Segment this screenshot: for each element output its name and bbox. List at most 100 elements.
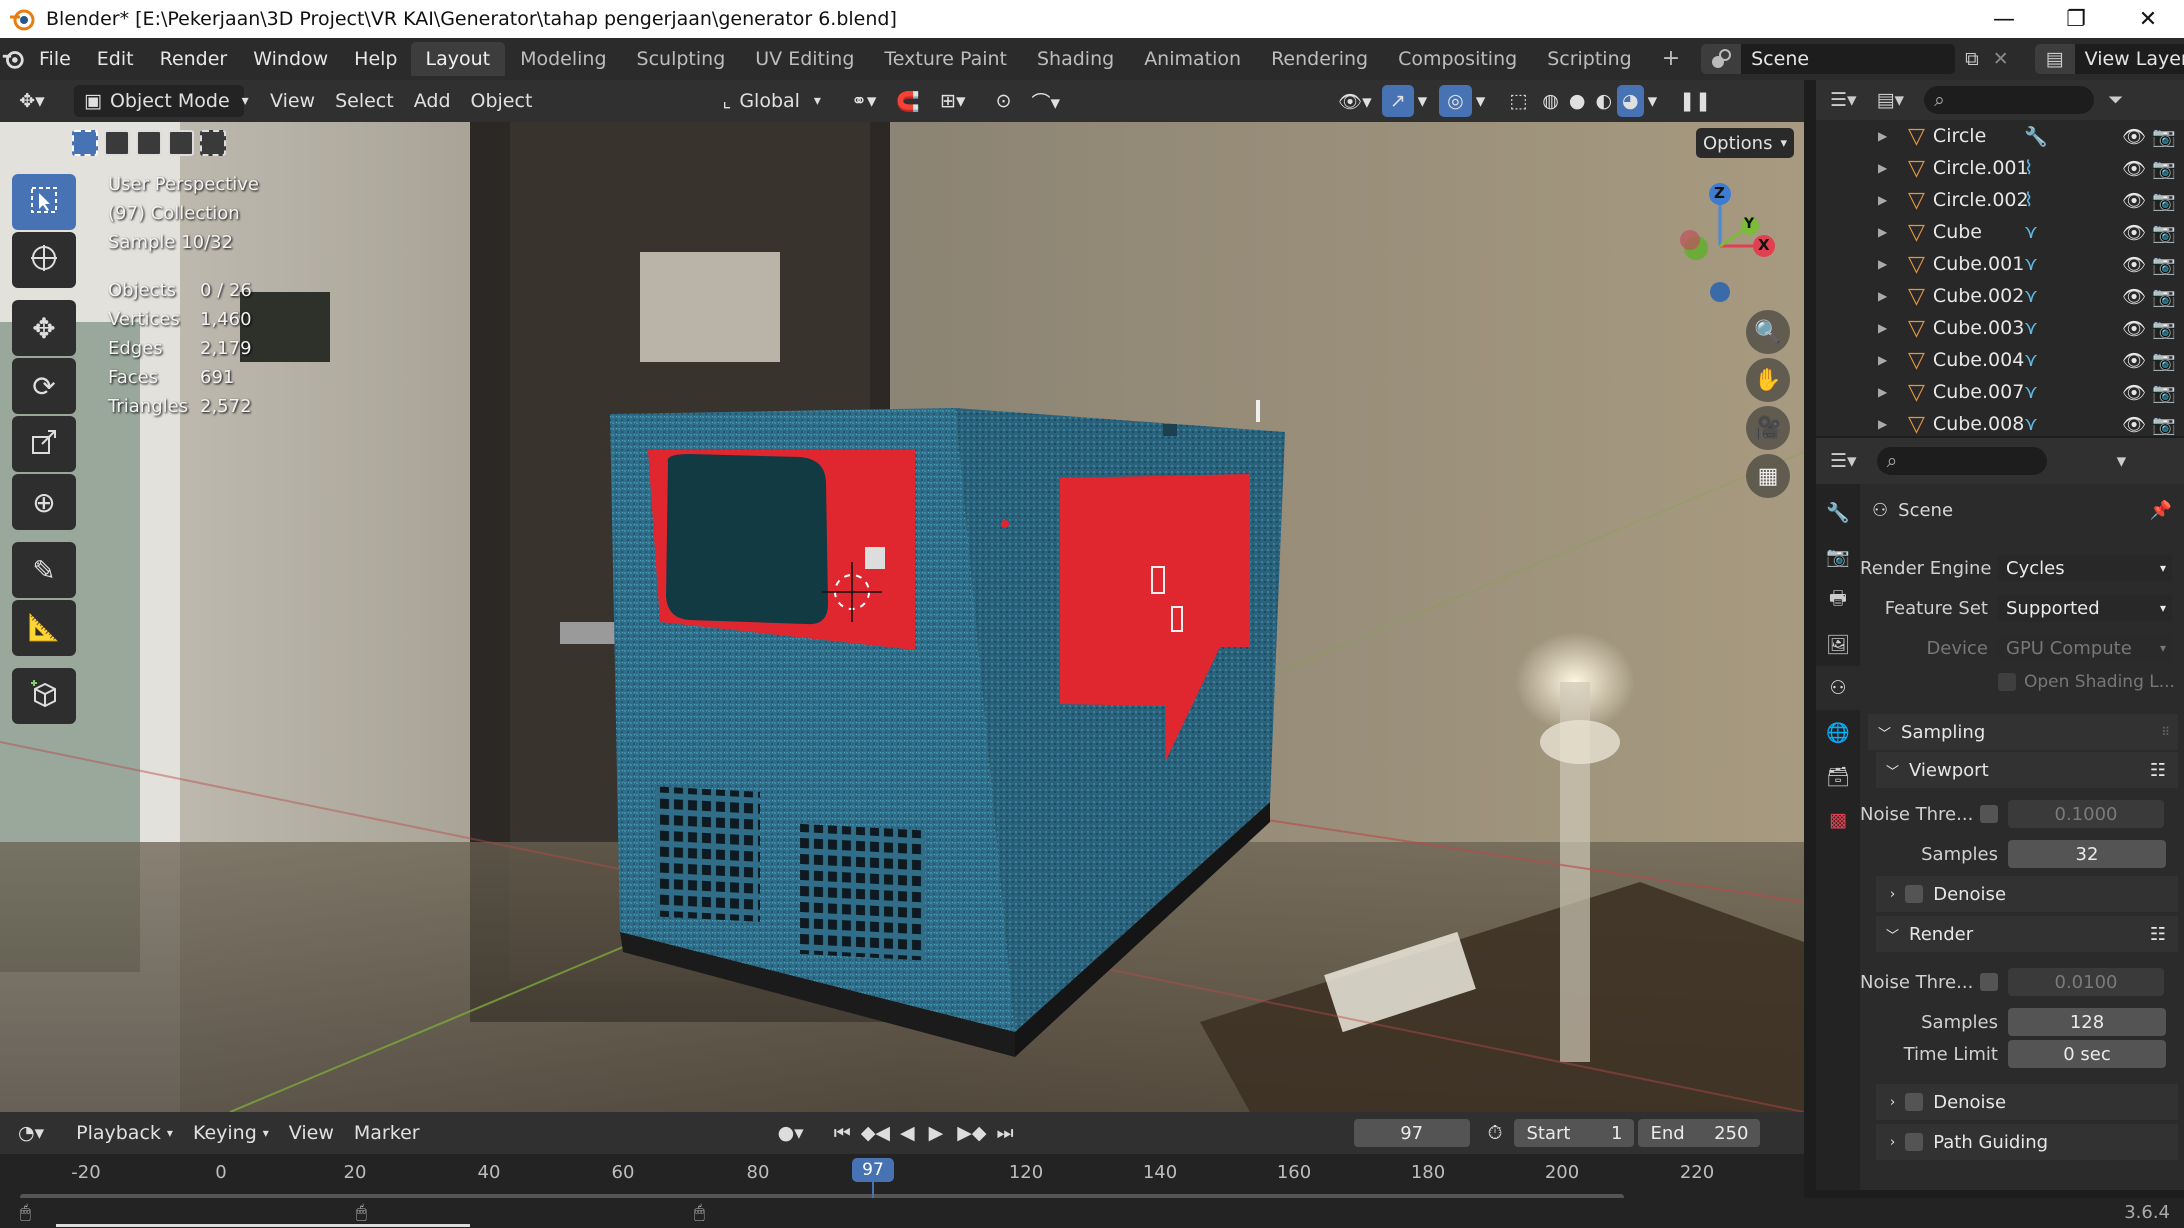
editor-type-icon[interactable]: ☰▾ [1830,450,1857,472]
cursor-tool[interactable] [12,232,76,288]
tab-collection[interactable]: 🗃 [1816,754,1860,798]
gizmo-menu-icon[interactable]: ▾ [1414,85,1432,117]
overlay-toggle-icon[interactable]: ◎ [1439,85,1472,117]
render-engine-dropdown[interactable]: Cycles ▾ [1998,554,2172,582]
render-subpanel-header[interactable]: ﹀ Render ☷ [1876,916,2178,952]
outliner-item-name[interactable]: Circle.002 [1933,189,2029,211]
expand-arrow-icon[interactable]: ▶ [1878,193,1904,207]
outliner-row[interactable]: ▶ ▽ Cube.008 ⋎ 👁 📷 [1816,408,2184,440]
osl-checkbox[interactable] [1998,673,2016,691]
camera-icon[interactable]: 📷 [2152,157,2176,180]
editor-type-icon[interactable]: ◔▾ [18,1122,44,1144]
outliner-row[interactable]: ▶ ▽ Cube.001 ⋎ 👁 📷 [1816,248,2184,280]
3d-viewport[interactable]: ✥ ⟳ ⊕ ✎ 📐 User Perspective (97) Collecti… [0,122,1804,1112]
filter-icon[interactable]: ⏷ [2108,89,2123,111]
shading-solid-icon[interactable]: ● [1564,85,1591,117]
eye-icon[interactable]: 👁 [2122,189,2146,212]
expand-arrow-icon[interactable]: ▶ [1878,321,1904,335]
camera-icon[interactable]: 📷 [2152,285,2176,308]
camera-icon[interactable]: 📷 [2152,349,2176,372]
ortho-toggle-button[interactable]: ▦ [1746,454,1790,498]
mode-dropdown[interactable]: ▣ Object Mode ▾ [74,85,249,117]
r-samples-field[interactable]: 128 [2008,1008,2166,1036]
tab-view-layer[interactable]: 🖼 [1816,622,1860,666]
tab-rendering[interactable]: Rendering [1256,42,1383,76]
editor-type-icon[interactable]: ☰▾ [1830,89,1857,111]
eye-icon[interactable]: 👁 [2122,253,2146,276]
proportional-edit-icon[interactable]: ⊙ [986,85,1022,117]
menu-marker[interactable]: Marker [344,1117,430,1149]
r-denoise-checkbox[interactable] [1905,1093,1924,1111]
visibility-icon[interactable]: 👁▾ [1328,85,1382,117]
tab-uv-editing[interactable]: UV Editing [740,42,869,76]
outliner-item-name[interactable]: Cube.002 [1933,285,2024,307]
shading-rendered-icon[interactable]: ◕ [1617,85,1644,117]
outliner-item-name[interactable]: Circle [1933,125,2021,147]
outliner-row[interactable]: ▶ ▽ Circle.002 ⌇ 👁 📷 [1816,184,2184,216]
play-icon[interactable]: ▶ [929,1122,944,1144]
options-dropdown[interactable]: Options ▾ [1696,128,1794,158]
tab-layout[interactable]: Layout [410,42,506,76]
xray-icon[interactable]: ⬚ [1499,85,1537,117]
expand-arrow-icon[interactable]: ▶ [1878,225,1904,239]
transform-orientation-dropdown[interactable]: ⌞ Global ▾ [712,85,831,117]
record-icon[interactable]: ●▾ [778,1122,804,1144]
properties-search[interactable]: ⌕ [1876,447,2047,475]
camera-icon[interactable]: 📷 [2152,125,2176,148]
next-keyframe-icon[interactable]: ▶◆ [957,1122,986,1144]
menu-object[interactable]: Object [461,85,543,117]
add-cube-tool[interactable] [12,668,76,724]
camera-view-button[interactable]: 🎥 [1746,406,1790,450]
menu-add[interactable]: Add [404,85,461,117]
measure-tool[interactable]: 📐 [12,600,76,656]
scene-new-icon[interactable]: ⧉ [1965,48,1979,70]
select-box-tool[interactable] [12,174,76,230]
falloff-icon[interactable]: ⌒▾ [1021,85,1070,117]
expand-arrow-icon[interactable]: ▶ [1878,417,1904,431]
tab-scripting[interactable]: Scripting [1532,42,1647,76]
end-frame-field[interactable]: End 250 [1638,1119,1761,1147]
select-subtract-icon[interactable] [136,130,162,156]
pan-button[interactable]: ✋ [1746,358,1790,402]
viewport-subpanel-header[interactable]: ﹀ Viewport ☷ [1876,752,2178,788]
menu-view[interactable]: View [279,1117,344,1149]
viewlayer-name-field[interactable]: View Layer [2074,44,2184,74]
navigation-gizmo[interactable]: Z Y X [1660,176,1780,306]
path-guiding-subpanel-header[interactable]: › Path Guiding [1876,1124,2178,1160]
outliner-row[interactable]: ▶ ▽ Cube.002 ⋎ 👁 📷 [1816,280,2184,312]
scene-remove-icon[interactable]: ✕ [1993,48,2009,70]
menu-keying[interactable]: Keying ▾ [183,1117,279,1149]
editor-type-icon[interactable]: ✥▾ [0,85,64,117]
presets-list-icon[interactable]: ☷ [2150,760,2166,781]
camera-icon[interactable]: 📷 [2152,189,2176,212]
outliner-item-name[interactable]: Cube.007 [1933,381,2024,403]
start-frame-field[interactable]: Start 1 [1514,1119,1635,1147]
tab-sculpting[interactable]: Sculpting [622,42,741,76]
outliner-row[interactable]: ▶ ▽ Circle.001 ⌇ 👁 📷 [1816,152,2184,184]
tab-modeling[interactable]: Modeling [505,42,621,76]
pin-icon[interactable]: 📌 [2150,500,2172,521]
camera-icon[interactable]: 📷 [2152,413,2176,436]
zoom-button[interactable]: 🔍 [1746,310,1790,354]
shading-menu-icon[interactable]: ▾ [1644,85,1662,117]
expand-arrow-icon[interactable]: ▶ [1878,385,1904,399]
outliner-search[interactable]: ⌕ [1924,86,2095,114]
add-workspace-button[interactable]: + [1647,42,1695,76]
timeline-ruler[interactable]: -20 0 20 40 60 80 120 140 160 180 200 22… [0,1154,1804,1202]
shading-material-icon[interactable]: ◐ [1590,85,1617,117]
menu-window[interactable]: Window [240,48,341,70]
outliner-item-name[interactable]: Cube.008 [1933,413,2024,435]
jump-end-icon[interactable]: ⏭ [997,1122,1014,1144]
prev-keyframe-icon[interactable]: ◆◀ [861,1122,890,1144]
presets-list-icon[interactable]: ☷ [2150,924,2166,945]
vp-denoise-subpanel-header[interactable]: › Denoise [1876,876,2178,912]
camera-icon[interactable]: 📷 [2152,381,2176,404]
vp-noise-field[interactable]: 0.1000 [2008,800,2164,828]
select-invert-icon[interactable] [168,130,194,156]
r-noise-field[interactable]: 0.0100 [2008,968,2164,996]
jump-start-icon[interactable]: ⏮ [834,1122,851,1144]
eye-icon[interactable]: 👁 [2122,157,2146,180]
display-mode-icon[interactable]: ▤▾ [1877,89,1905,111]
vp-samples-field[interactable]: 32 [2008,840,2166,868]
snap-icon[interactable]: 🧲 [886,85,930,117]
